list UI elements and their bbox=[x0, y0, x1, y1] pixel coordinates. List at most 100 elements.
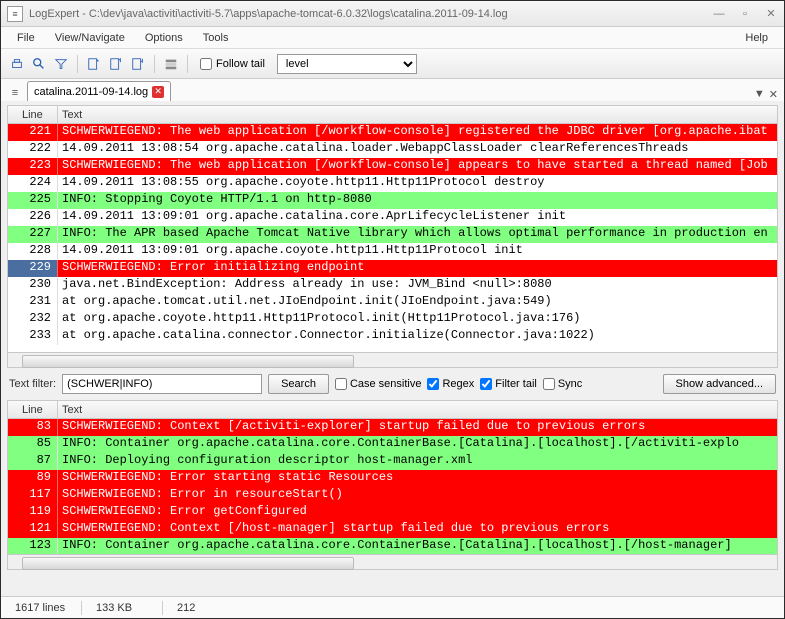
log-line-number: 229 bbox=[8, 260, 58, 277]
case-sensitive-toggle[interactable]: Case sensitive bbox=[335, 378, 422, 390]
log-row[interactable]: 83SCHWERWIEGEND: Context [/activiti-expl… bbox=[8, 419, 777, 436]
log-row[interactable]: 22614.09.2011 13:09:01 org.apache.catali… bbox=[8, 209, 777, 226]
filtered-horizontal-scrollbar[interactable] bbox=[7, 555, 778, 570]
log-text: 14.09.2011 13:08:54 org.apache.catalina.… bbox=[58, 141, 777, 158]
log-line-number: 85 bbox=[8, 436, 58, 453]
log-row[interactable]: 231 at org.apache.tomcat.util.net.JIoEnd… bbox=[8, 294, 777, 311]
tab-catalina[interactable]: catalina.2011-09-14.log ✕ bbox=[27, 81, 171, 101]
close-button[interactable]: ✕ bbox=[758, 1, 784, 26]
tab-label: catalina.2011-09-14.log bbox=[34, 86, 148, 98]
menu-options[interactable]: Options bbox=[135, 30, 193, 46]
log-row[interactable]: 85INFO: Container org.apache.catalina.co… bbox=[8, 436, 777, 453]
main-grid-body[interactable]: 221SCHWERWIEGEND: The web application [/… bbox=[8, 124, 777, 345]
log-row[interactable]: 87INFO: Deploying configuration descript… bbox=[8, 453, 777, 470]
level-select[interactable]: level bbox=[277, 54, 417, 74]
case-checkbox[interactable] bbox=[335, 378, 347, 390]
separator bbox=[77, 55, 78, 73]
log-row[interactable]: 123INFO: Container org.apache.catalina.c… bbox=[8, 538, 777, 554]
filtered-grid-body[interactable]: 83SCHWERWIEGEND: Context [/activiti-expl… bbox=[8, 419, 777, 554]
maximize-button[interactable]: ▫ bbox=[732, 1, 758, 26]
log-row[interactable]: 225INFO: Stopping Coyote HTTP/1.1 on htt… bbox=[8, 192, 777, 209]
main-log-grid[interactable]: Line Text 221SCHWERWIEGEND: The web appl… bbox=[7, 105, 778, 353]
log-row[interactable]: 121SCHWERWIEGEND: Context [/host-manager… bbox=[8, 521, 777, 538]
log-row[interactable]: 22814.09.2011 13:09:01 org.apache.coyote… bbox=[8, 243, 777, 260]
log-line-number: 231 bbox=[8, 294, 58, 311]
status-size: 133 KB bbox=[82, 597, 162, 618]
regex-toggle[interactable]: Regex bbox=[427, 378, 474, 390]
bookmark-next-icon[interactable] bbox=[128, 54, 148, 74]
menu-tools[interactable]: Tools bbox=[193, 30, 239, 46]
bookmark-icon[interactable] bbox=[84, 54, 104, 74]
log-text: INFO: Container org.apache.catalina.core… bbox=[58, 538, 777, 554]
log-row[interactable]: 230java.net.BindException: Address alrea… bbox=[8, 277, 777, 294]
main-horizontal-scrollbar[interactable] bbox=[7, 353, 778, 368]
col-header-text[interactable]: Text bbox=[58, 401, 777, 418]
sync-checkbox[interactable] bbox=[543, 378, 555, 390]
menu-help[interactable]: Help bbox=[735, 30, 778, 46]
sync-toggle[interactable]: Sync bbox=[543, 378, 582, 390]
minimize-button[interactable]: — bbox=[706, 1, 732, 26]
follow-tail-checkbox[interactable] bbox=[200, 58, 212, 70]
filter-input[interactable] bbox=[62, 374, 262, 394]
tab-close-icon[interactable]: ✕ bbox=[152, 86, 164, 98]
regex-checkbox[interactable] bbox=[427, 378, 439, 390]
filtered-log-grid[interactable]: Line Text 83SCHWERWIEGEND: Context [/act… bbox=[7, 400, 778, 555]
filter-icon[interactable] bbox=[51, 54, 71, 74]
log-text: SCHWERWIEGEND: Error initializing endpoi… bbox=[58, 260, 777, 277]
log-text: INFO: Stopping Coyote HTTP/1.1 on http-8… bbox=[58, 192, 777, 209]
log-row[interactable]: 117SCHWERWIEGEND: Error in resourceStart… bbox=[8, 487, 777, 504]
log-text: 14.09.2011 13:08:55 org.apache.coyote.ht… bbox=[58, 175, 777, 192]
log-line-number: 225 bbox=[8, 192, 58, 209]
log-text: INFO: Deploying configuration descriptor… bbox=[58, 453, 777, 470]
tab-close-all-icon[interactable]: ✕ bbox=[769, 88, 778, 101]
log-row[interactable]: 221SCHWERWIEGEND: The web application [/… bbox=[8, 124, 777, 141]
filter-tail-toggle[interactable]: Filter tail bbox=[480, 378, 537, 390]
log-row[interactable]: 227INFO: The APR based Apache Tomcat Nat… bbox=[8, 226, 777, 243]
separator bbox=[154, 55, 155, 73]
log-row[interactable]: 233 at org.apache.catalina.connector.Con… bbox=[8, 328, 777, 345]
log-text: at org.apache.tomcat.util.net.JIoEndpoin… bbox=[58, 294, 777, 311]
log-row[interactable]: 232 at org.apache.coyote.http11.Http11Pr… bbox=[8, 311, 777, 328]
search-button[interactable]: Search bbox=[268, 374, 329, 394]
log-line-number: 117 bbox=[8, 487, 58, 504]
log-text: 14.09.2011 13:09:01 org.apache.coyote.ht… bbox=[58, 243, 777, 260]
log-line-number: 232 bbox=[8, 311, 58, 328]
log-row[interactable]: 22414.09.2011 13:08:55 org.apache.coyote… bbox=[8, 175, 777, 192]
log-row[interactable]: 22214.09.2011 13:08:54 org.apache.catali… bbox=[8, 141, 777, 158]
col-header-line[interactable]: Line bbox=[8, 401, 58, 418]
highlight-icon[interactable] bbox=[161, 54, 181, 74]
log-row[interactable]: 229SCHWERWIEGEND: Error initializing end… bbox=[8, 260, 777, 277]
filter-tail-checkbox[interactable] bbox=[480, 378, 492, 390]
log-line-number: 226 bbox=[8, 209, 58, 226]
status-bar: 1617 lines 133 KB 212 bbox=[1, 596, 784, 618]
separator bbox=[187, 55, 188, 73]
tab-bar: ≡ catalina.2011-09-14.log ✕ ▼ ✕ bbox=[1, 79, 784, 101]
log-text: SCHWERWIEGEND: The web application [/wor… bbox=[58, 124, 777, 141]
log-row[interactable]: 89SCHWERWIEGEND: Error starting static R… bbox=[8, 470, 777, 487]
log-line-number: 230 bbox=[8, 277, 58, 294]
main-grid-header: Line Text bbox=[8, 106, 777, 124]
tab-list-icon[interactable]: ≡ bbox=[7, 85, 23, 101]
search-icon[interactable] bbox=[29, 54, 49, 74]
menu-view[interactable]: View/Navigate bbox=[45, 30, 135, 46]
show-advanced-button[interactable]: Show advanced... bbox=[663, 374, 776, 394]
follow-tail-label: Follow tail bbox=[216, 58, 265, 70]
filter-bar: Text filter: Search Case sensitive Regex… bbox=[7, 368, 778, 400]
filter-tail-label: Filter tail bbox=[495, 378, 537, 390]
title-bar: ≡ LogExpert - C:\dev\java\activiti\activ… bbox=[1, 1, 784, 27]
log-line-number: 221 bbox=[8, 124, 58, 141]
menu-file[interactable]: File bbox=[7, 30, 45, 46]
log-text: at org.apache.catalina.connector.Connect… bbox=[58, 328, 777, 345]
print-icon[interactable] bbox=[7, 54, 27, 74]
log-row[interactable]: 119SCHWERWIEGEND: Error getConfigured bbox=[8, 504, 777, 521]
content-area: Line Text 221SCHWERWIEGEND: The web appl… bbox=[1, 101, 784, 596]
bookmark-prev-icon[interactable] bbox=[106, 54, 126, 74]
log-text: INFO: The APR based Apache Tomcat Native… bbox=[58, 226, 777, 243]
log-line-number: 83 bbox=[8, 419, 58, 436]
follow-tail-toggle[interactable]: Follow tail bbox=[200, 58, 265, 70]
col-header-line[interactable]: Line bbox=[8, 106, 58, 123]
log-row[interactable]: 223SCHWERWIEGEND: The web application [/… bbox=[8, 158, 777, 175]
log-line-number: 87 bbox=[8, 453, 58, 470]
col-header-text[interactable]: Text bbox=[58, 106, 777, 123]
tab-dropdown-icon[interactable]: ▼ bbox=[754, 88, 765, 101]
